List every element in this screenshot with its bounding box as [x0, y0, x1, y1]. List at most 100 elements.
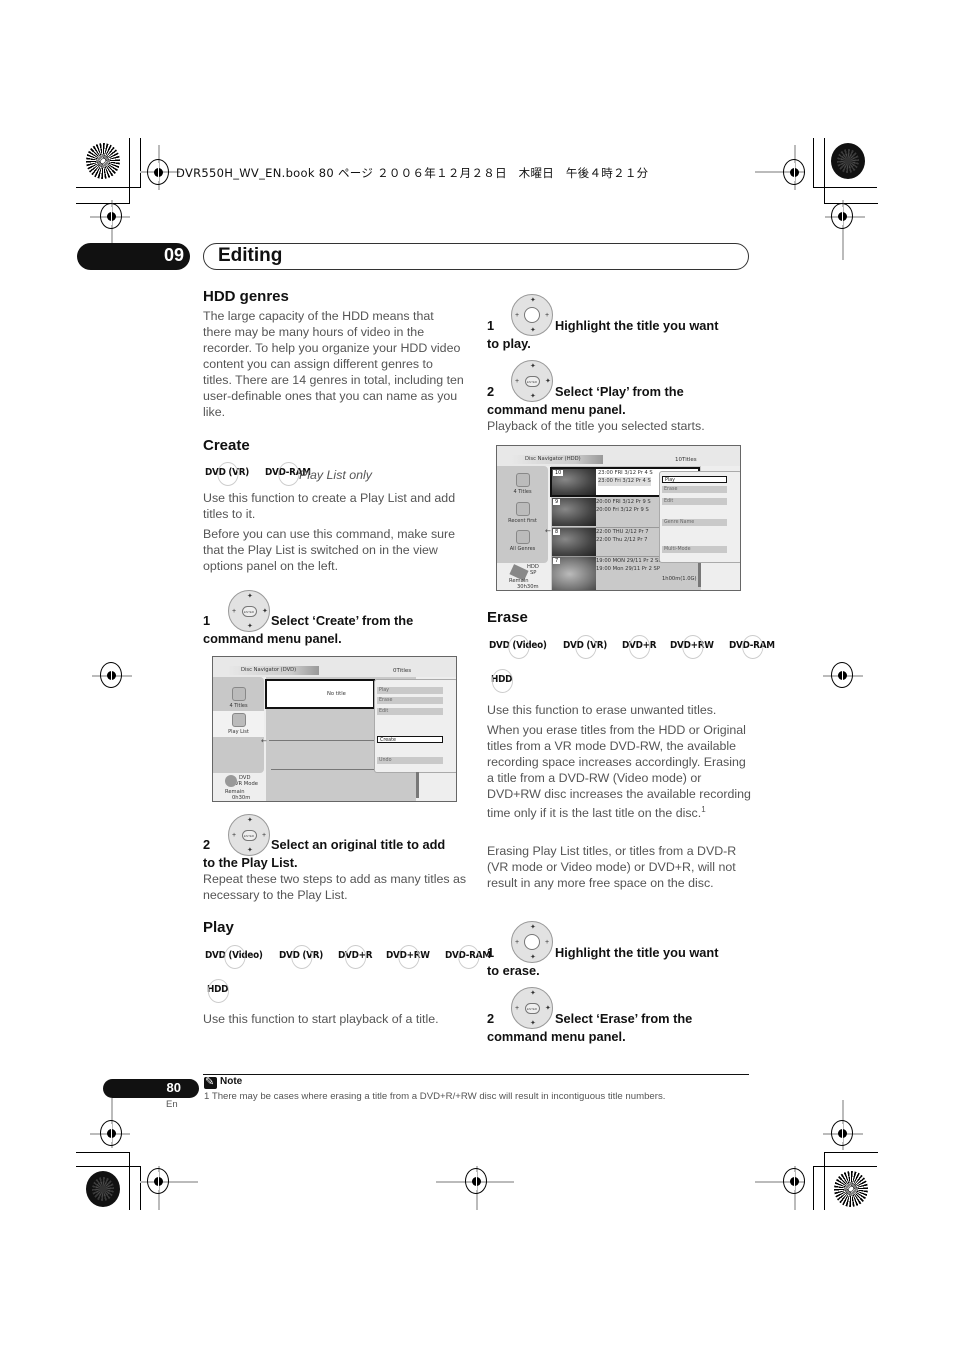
step-number: 2 — [203, 837, 211, 852]
play-media-badges-row2: HDD — [207, 978, 231, 1003]
title-thumbnail: 10 — [552, 469, 596, 495]
menu-item-undo[interactable]: Undo — [377, 757, 443, 764]
erase-para-3: Erasing Play List titles, or titles from… — [487, 844, 737, 890]
media-badge: DVD+R — [338, 944, 373, 969]
crop-mark — [824, 203, 878, 204]
hdd-genres-body: The large capacity of the HDD means that… — [203, 309, 464, 419]
step-text: command menu panel. — [203, 631, 342, 646]
registration-mark-icon — [100, 1120, 122, 1146]
command-menu-panel: Play Erase Edit Create Undo — [374, 679, 456, 773]
step-text: command menu panel. — [487, 402, 626, 417]
registration-sunburst-icon — [86, 143, 120, 179]
step-number: 1 — [487, 945, 495, 960]
media-badge: DVD (Video) — [489, 634, 547, 659]
menu-item-play[interactable]: Play — [662, 476, 727, 483]
play-media-badges: DVD (Video) DVD (VR) DVD+R DVD+RW DVD-RA… — [205, 944, 497, 969]
chapter-title: Editing — [218, 245, 283, 266]
menu-item-erase[interactable]: Erase — [377, 697, 443, 704]
genre-icon — [515, 530, 530, 544]
menu-item-create[interactable]: Create — [377, 736, 443, 743]
menu-item-edit[interactable]: Edit — [662, 498, 727, 505]
page-number-tab: 80 — [103, 1079, 199, 1098]
crop-mark — [824, 138, 825, 204]
scrollbar[interactable] — [698, 563, 701, 587]
sidebar-item-play-list[interactable]: Play List — [213, 711, 264, 737]
erase-heading: Erase — [487, 609, 528, 626]
crop-mark — [813, 1166, 814, 1210]
registration-mark-icon — [147, 1168, 169, 1194]
title-slot-selected[interactable]: No title — [265, 679, 375, 709]
step-text: Highlight the title you want — [555, 945, 719, 960]
media-badge: DVD (Video) — [205, 944, 263, 969]
play-step-2: 2 Select ‘Play’ from the command menu pan… — [487, 383, 757, 419]
sidebar-item-titles[interactable]: 4 Titles — [497, 473, 548, 495]
crop-mark — [824, 1152, 878, 1153]
sidebar-item-titles[interactable]: 4 Titles — [213, 687, 264, 709]
erase-media-badges-row2: HDD — [491, 668, 515, 693]
registration-mark-icon — [147, 159, 169, 185]
create-step-2-note: Repeat these two steps to add as many ti… — [203, 872, 467, 902]
media-badge: DVD-RAM — [445, 944, 491, 969]
sidebar-item-all-genres[interactable]: All Genres — [497, 530, 548, 552]
create-badge-note: Play List only — [299, 468, 373, 482]
registration-mark-icon — [831, 662, 853, 688]
menu-item-edit[interactable]: Edit — [377, 708, 443, 715]
title-thumbnail: 7 — [552, 557, 596, 590]
disc-navigator-dvd-screen: Disc Navigator (DVD) 0Titles 4 Titles Pl… — [212, 656, 457, 802]
menu-item-multi-mode[interactable]: Multi-Mode — [662, 546, 727, 553]
title-line-2: 23:00 Fri 3/12 Pr 4 S — [598, 477, 651, 486]
play-heading: Play — [203, 919, 234, 936]
step-number: 2 — [487, 1011, 495, 1026]
chapter-number: 09 — [163, 245, 184, 265]
play-step-2-note: Playback of the title you selected start… — [487, 419, 705, 433]
note-label: Note — [220, 1076, 243, 1087]
print-header: DVR550H_WV_EN.book 80 ページ ２００６年１２月２８日 木曜… — [176, 166, 649, 180]
title-list-icon — [231, 687, 246, 701]
menu-item-genre-name[interactable]: Genre Name — [662, 519, 727, 526]
disc-navigator-hdd-screen: Disc Navigator (HDD) 10Titles 4 Titles R… — [496, 445, 741, 591]
registration-mark-icon — [465, 1168, 487, 1194]
footnote-ref[interactable]: 1 — [701, 805, 705, 814]
crop-mark — [76, 1152, 130, 1153]
media-badge: HDD — [207, 978, 230, 1003]
step-text: Select ‘Create’ from the — [271, 613, 414, 628]
page-number: 80 — [166, 1080, 181, 1095]
create-step-1: 1 Select ‘Create’ from the command menu p… — [203, 612, 473, 648]
page-language: En — [166, 1099, 178, 1110]
chapter-tab: 09 — [77, 243, 190, 270]
crop-mark — [129, 1152, 130, 1210]
create-para-2: Before you can use this command, make su… — [203, 527, 456, 573]
crop-mark — [76, 1166, 140, 1167]
crop-mark — [140, 1166, 141, 1210]
remain-value: 0h30m — [232, 795, 251, 801]
scrollbar[interactable] — [416, 772, 419, 798]
note-divider — [203, 1074, 749, 1075]
step-text: to erase. — [487, 963, 540, 978]
crop-mark — [824, 1152, 825, 1210]
step-text: Select an original title to add — [271, 837, 446, 852]
title-thumbnail: 9 — [552, 498, 596, 526]
media-badge: DVD+RW — [670, 634, 715, 659]
disc-icon — [225, 775, 237, 787]
step-number: 2 — [487, 384, 495, 399]
crop-mark — [76, 187, 140, 188]
hdd-genres-heading: HDD genres — [203, 288, 289, 305]
media-badge: DVD (VR) — [205, 461, 250, 486]
sidebar-item-recent-first[interactable]: Recent first — [497, 502, 548, 524]
registration-mark-icon — [783, 159, 805, 185]
step-text: Select ‘Play’ from the — [555, 384, 684, 399]
media-badge: DVD+RW — [386, 944, 431, 969]
pointer-arrow-icon: ← — [261, 737, 267, 745]
menu-item-play[interactable]: Play — [377, 687, 443, 694]
titles-count: 0Titles — [393, 668, 412, 674]
disc-navigator-title: Disc Navigator (DVD) — [227, 666, 319, 675]
erase-para-1: Use this function to erase unwanted titl… — [487, 703, 717, 717]
menu-item-erase[interactable]: Erase — [662, 486, 727, 493]
titles-count: 10Titles — [675, 457, 697, 463]
registration-mark-icon — [831, 1120, 853, 1146]
erase-step-2: 2 Select ‘Erase’ from the command menu pa… — [487, 1010, 757, 1046]
recording-mode: VR Mode — [235, 781, 258, 787]
title-line-2: 19:00 Mon 29/11 Pr 2 SP — [596, 566, 660, 572]
step-number: 1 — [487, 318, 495, 333]
title-duration: 1h00m(1.0G) — [662, 576, 697, 582]
